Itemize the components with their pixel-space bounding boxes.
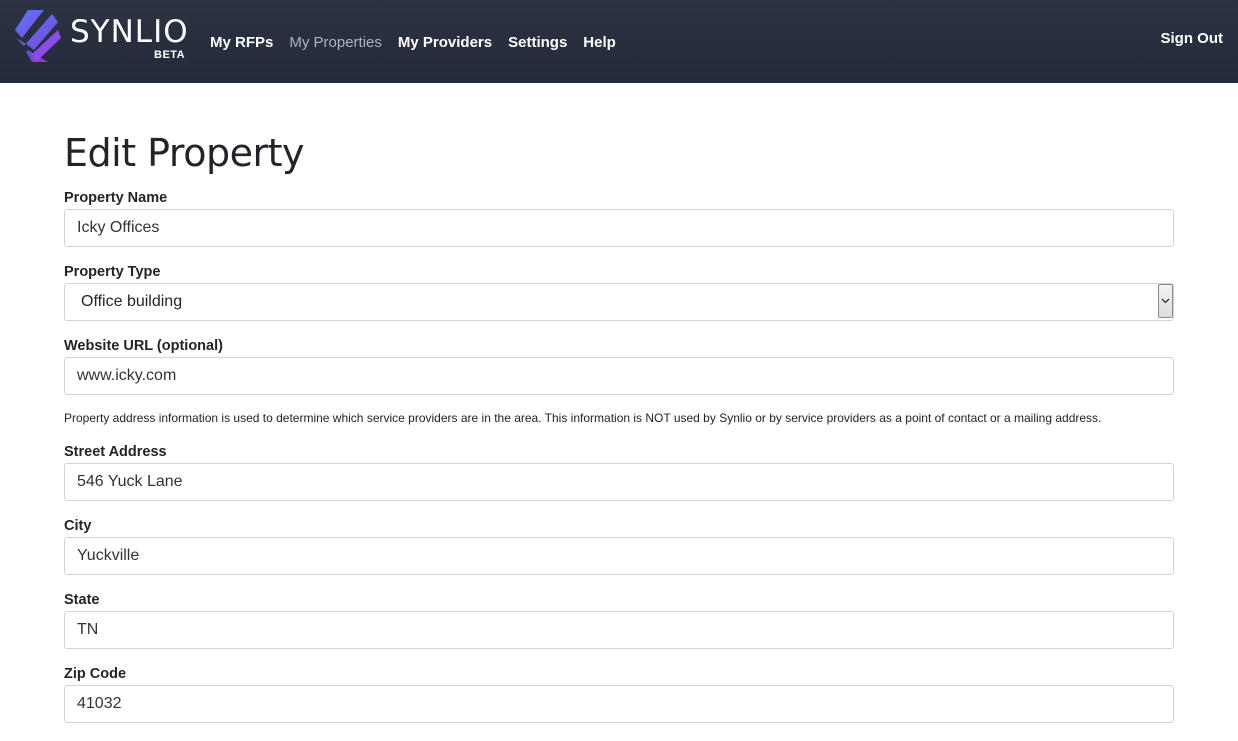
chevron-down-glyph [1161, 298, 1170, 304]
top-navbar: SYNLIO BETA My RFPs My Properties My Pro… [0, 0, 1238, 83]
city-input[interactable] [64, 537, 1174, 575]
property-type-value: Office building [64, 283, 1174, 321]
city-group: City [64, 517, 1174, 575]
brand-name: SYNLIO [70, 14, 189, 50]
property-name-input[interactable] [64, 209, 1174, 247]
property-type-label: Property Type [64, 264, 161, 280]
state-group: State [64, 591, 1174, 649]
state-label: State [64, 592, 100, 608]
street-address-label: Street Address [64, 444, 167, 460]
beta-badge: BETA [154, 49, 186, 61]
zip-code-group: Zip Code [64, 665, 1174, 723]
website-url-label: Website URL (optional) [64, 338, 223, 354]
zip-code-label: Zip Code [64, 666, 127, 682]
property-name-label: Property Name [64, 190, 168, 206]
property-type-group: Property Type Office building [64, 263, 1174, 321]
zip-code-input[interactable] [64, 685, 1174, 723]
sign-out-link[interactable]: Sign Out [1161, 30, 1224, 47]
nav-help[interactable]: Help [583, 34, 616, 51]
state-input[interactable] [64, 611, 1174, 649]
website-url-group: Website URL (optional) [64, 337, 1174, 395]
website-url-input[interactable] [64, 357, 1174, 395]
nav-my-properties[interactable]: My Properties [289, 34, 382, 51]
synlio-logo-icon [15, 10, 61, 62]
city-label: City [64, 518, 92, 534]
nav-my-providers[interactable]: My Providers [398, 34, 492, 51]
street-address-group: Street Address [64, 443, 1174, 501]
property-name-group: Property Name [64, 189, 1174, 247]
main-nav: My RFPs My Properties My Providers Setti… [210, 34, 632, 51]
page-title: Edit Property [64, 131, 304, 175]
nav-my-rfps[interactable]: My RFPs [210, 34, 273, 51]
property-type-select[interactable]: Office building [64, 283, 1174, 321]
brand-logo-link[interactable]: SYNLIO BETA [14, 8, 189, 64]
street-address-input[interactable] [64, 463, 1174, 501]
nav-settings[interactable]: Settings [508, 34, 567, 51]
edit-property-form-container: Edit Property Property Name Property Typ… [64, 83, 1174, 739]
chevron-down-icon[interactable] [1158, 284, 1173, 318]
address-help-text: Property address information is used to … [64, 411, 1102, 425]
